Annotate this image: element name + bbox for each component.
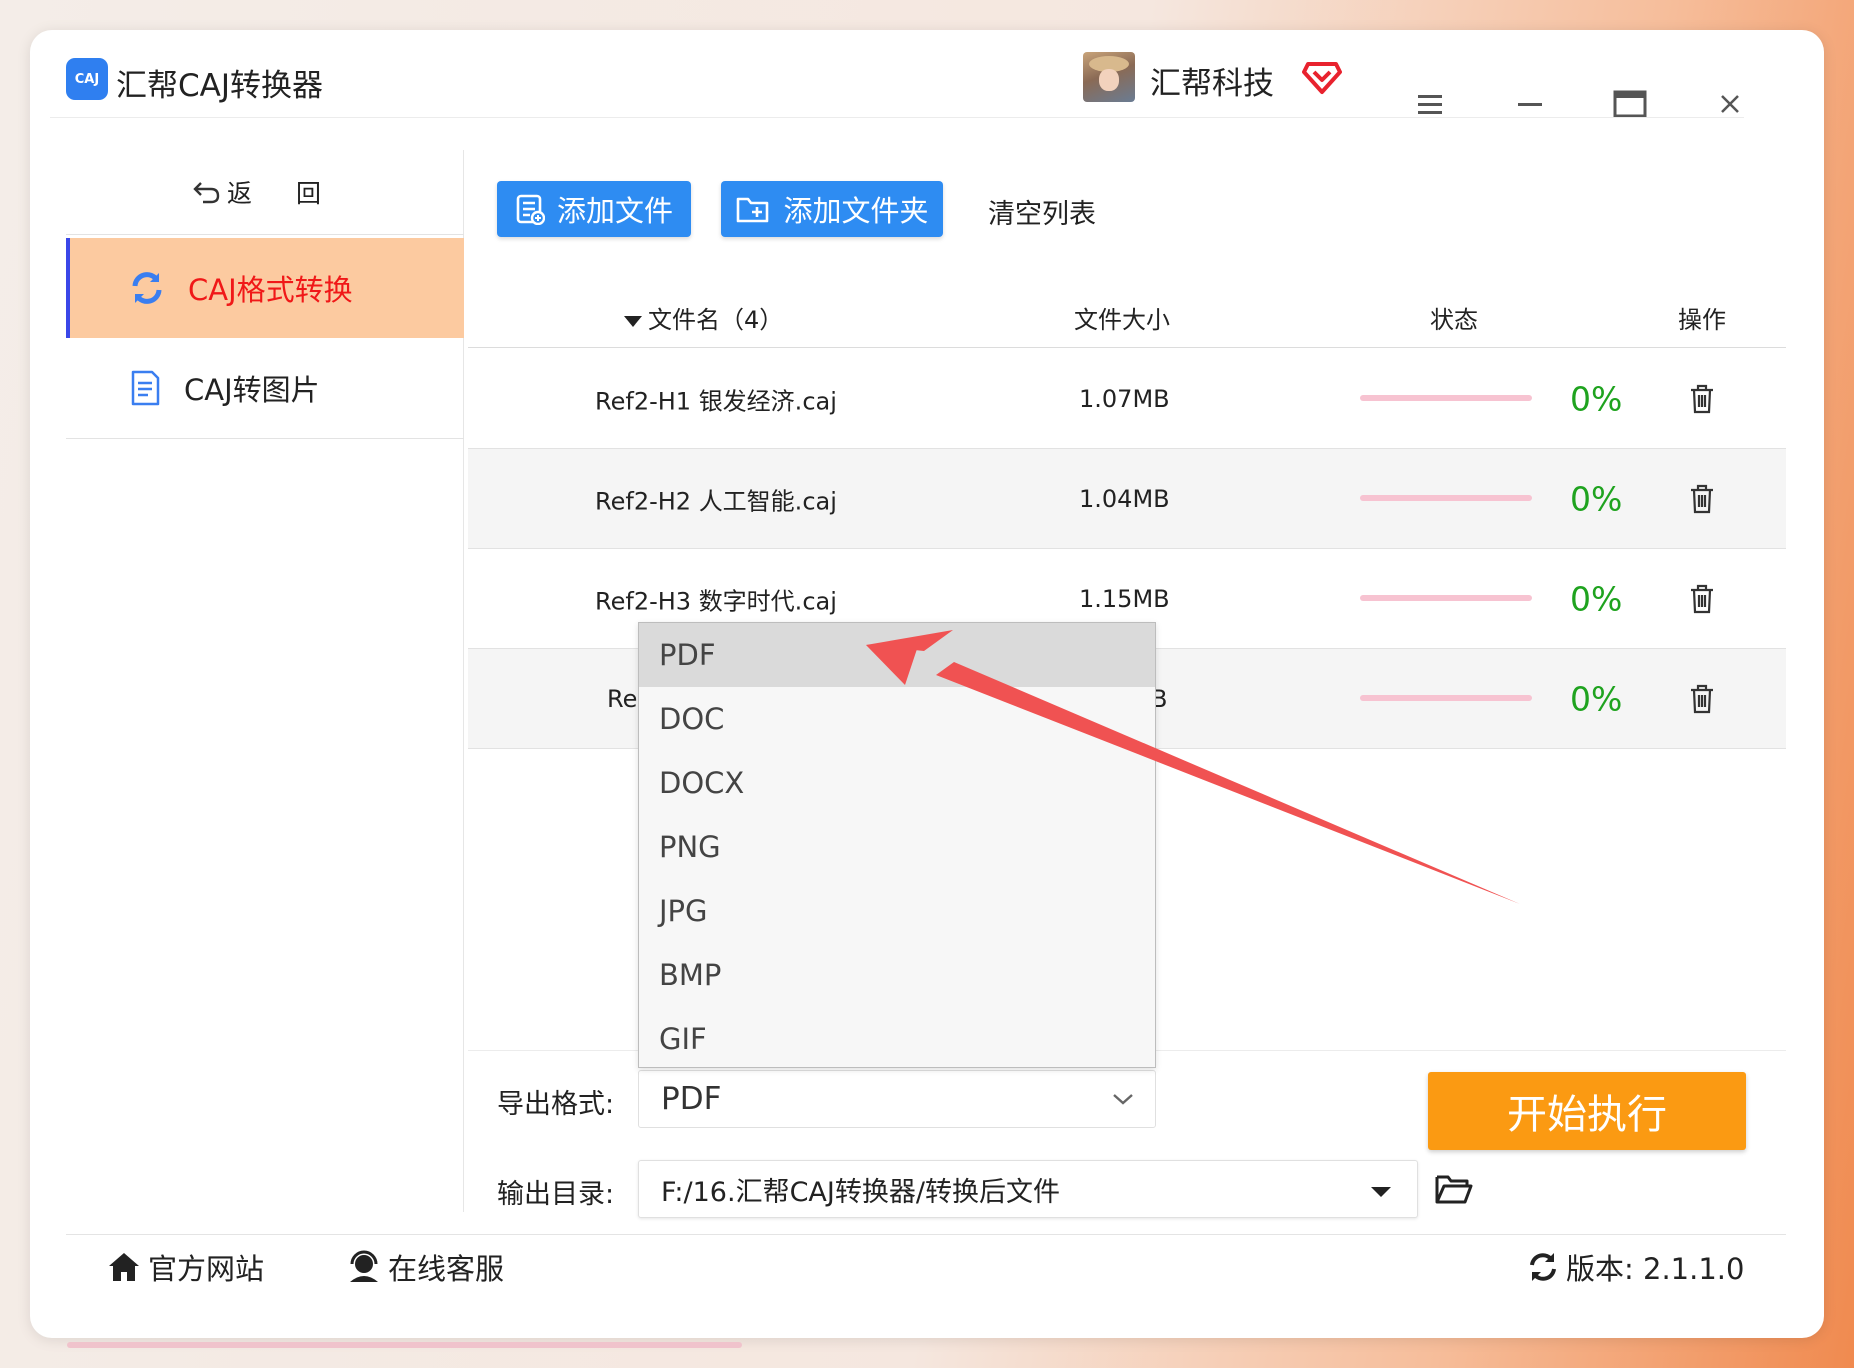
- file-name: Ref2-H2 人工智能.caj: [595, 487, 837, 515]
- version-label: 版本: 2.1.1.0: [1566, 1252, 1745, 1286]
- action-column-header: 操作: [1678, 306, 1726, 334]
- file-size: 1.04MB: [1079, 484, 1170, 513]
- open-folder-icon[interactable]: [1434, 1172, 1474, 1206]
- file-name: Ref2-H3 数字时代.caj: [595, 587, 837, 615]
- sidebar-divider: [66, 438, 464, 439]
- title-divider: [50, 117, 1744, 118]
- window-bottom-strip: [67, 1342, 742, 1348]
- format-option-png[interactable]: PNG: [639, 815, 1155, 879]
- maximize-icon[interactable]: [1604, 84, 1656, 124]
- avatar[interactable]: [1083, 52, 1135, 102]
- export-format-value: PDF: [661, 1081, 722, 1117]
- table-row[interactable]: Ref2-H1 银发经济.caj 1.07MB 0%: [468, 349, 1786, 449]
- chevron-down-icon: [1113, 1094, 1133, 1105]
- online-support-link[interactable]: 在线客服: [346, 1246, 504, 1288]
- output-dir-select[interactable]: F:/16.汇帮CAJ转换器/转换后文件: [638, 1160, 1418, 1218]
- refresh-icon: [132, 272, 162, 304]
- back-arrow-icon: [193, 182, 220, 204]
- format-option-pdf[interactable]: PDF: [639, 623, 1155, 687]
- document-icon: [131, 370, 160, 406]
- support-headset-icon: [350, 1250, 378, 1282]
- progress-percent: 0%: [1570, 479, 1623, 518]
- trash-icon[interactable]: [1688, 684, 1716, 714]
- add-file-icon: [516, 194, 545, 225]
- home-icon: [109, 1253, 139, 1281]
- app-logo-icon: CAJ: [66, 58, 108, 100]
- output-dir-value: F:/16.汇帮CAJ转换器/转换后文件: [661, 1176, 1060, 1208]
- status-column-header: 状态: [1430, 306, 1478, 334]
- back-label: 返 回: [227, 179, 339, 208]
- file-size: 1.15MB: [1079, 584, 1170, 613]
- format-option-gif[interactable]: GIF: [639, 1007, 1155, 1071]
- file-name: Re: [607, 684, 638, 713]
- caret-down-icon: [1371, 1187, 1391, 1197]
- trash-icon[interactable]: [1688, 584, 1716, 614]
- official-website-link[interactable]: 官方网站: [106, 1246, 264, 1288]
- output-dir-label: 输出目录:: [497, 1179, 615, 1210]
- progress-percent: 0%: [1570, 379, 1623, 418]
- user-name[interactable]: 汇帮科技: [1150, 58, 1274, 103]
- sidebar-item-caj-format-convert[interactable]: CAJ格式转换: [66, 238, 464, 338]
- progress-percent: 0%: [1570, 579, 1623, 618]
- sidebar-item-caj-to-image[interactable]: CAJ转图片: [66, 338, 464, 438]
- progress-bar: [1360, 395, 1532, 401]
- close-icon[interactable]: [1704, 84, 1756, 124]
- name-column-header[interactable]: 文件名（4）: [624, 300, 783, 335]
- add-file-button[interactable]: 添加文件: [497, 181, 691, 237]
- format-option-jpg[interactable]: JPG: [639, 879, 1155, 943]
- back-button[interactable]: 返 回: [66, 150, 464, 234]
- format-option-doc[interactable]: DOC: [639, 687, 1155, 751]
- trash-icon[interactable]: [1688, 484, 1716, 514]
- minimize-icon[interactable]: [1504, 84, 1556, 124]
- online-support-label: 在线客服: [388, 1252, 505, 1286]
- sidebar-divider: [66, 234, 464, 235]
- start-button[interactable]: 开始执行: [1428, 1072, 1746, 1150]
- export-format-label: 导出格式:: [497, 1089, 615, 1120]
- sidebar-item-label: CAJ格式转换: [188, 273, 353, 307]
- footer-divider: [66, 1234, 1786, 1235]
- app-logo-text: CAJ: [74, 71, 100, 87]
- progress-percent: 0%: [1570, 679, 1623, 718]
- file-name: Ref2-H1 银发经济.caj: [595, 387, 837, 415]
- progress-bar: [1360, 495, 1532, 501]
- export-format-select[interactable]: PDF: [638, 1070, 1156, 1128]
- trash-icon[interactable]: [1688, 384, 1716, 414]
- format-dropdown-list: PDF DOC DOCX PNG JPG BMP GIF: [638, 622, 1156, 1068]
- official-website-label: 官方网站: [148, 1252, 265, 1286]
- sidebar-item-label: CAJ转图片: [184, 373, 320, 407]
- name-column-label: 文件名（4）: [648, 306, 784, 334]
- size-column-header: 文件大小: [1074, 306, 1170, 334]
- format-option-docx[interactable]: DOCX: [639, 751, 1155, 815]
- version-info[interactable]: 版本: 2.1.1.0: [1526, 1246, 1744, 1288]
- add-folder-button[interactable]: 添加文件夹: [721, 181, 943, 237]
- progress-bar: [1360, 695, 1532, 701]
- add-folder-label: 添加文件夹: [783, 194, 929, 228]
- menu-icon[interactable]: [1404, 84, 1456, 124]
- format-option-bmp[interactable]: BMP: [639, 943, 1155, 1007]
- add-file-label: 添加文件: [556, 194, 673, 228]
- add-folder-icon: [737, 197, 769, 223]
- sort-caret-icon: [624, 315, 642, 327]
- sidebar: 返 回 CAJ格式转换 CAJ转图片: [66, 150, 464, 1212]
- table-row[interactable]: Ref2-H2 人工智能.caj 1.04MB 0%: [468, 449, 1786, 549]
- vip-diamond-icon[interactable]: [1302, 56, 1342, 96]
- update-refresh-icon: [1530, 1253, 1556, 1281]
- file-table-header: 文件名（4） 文件大小 状态 操作: [468, 286, 1786, 348]
- clear-list-button[interactable]: 清空列表: [988, 192, 1096, 231]
- progress-bar: [1360, 595, 1532, 601]
- app-title: 汇帮CAJ转换器: [116, 68, 323, 104]
- file-size: 1.07MB: [1079, 384, 1170, 413]
